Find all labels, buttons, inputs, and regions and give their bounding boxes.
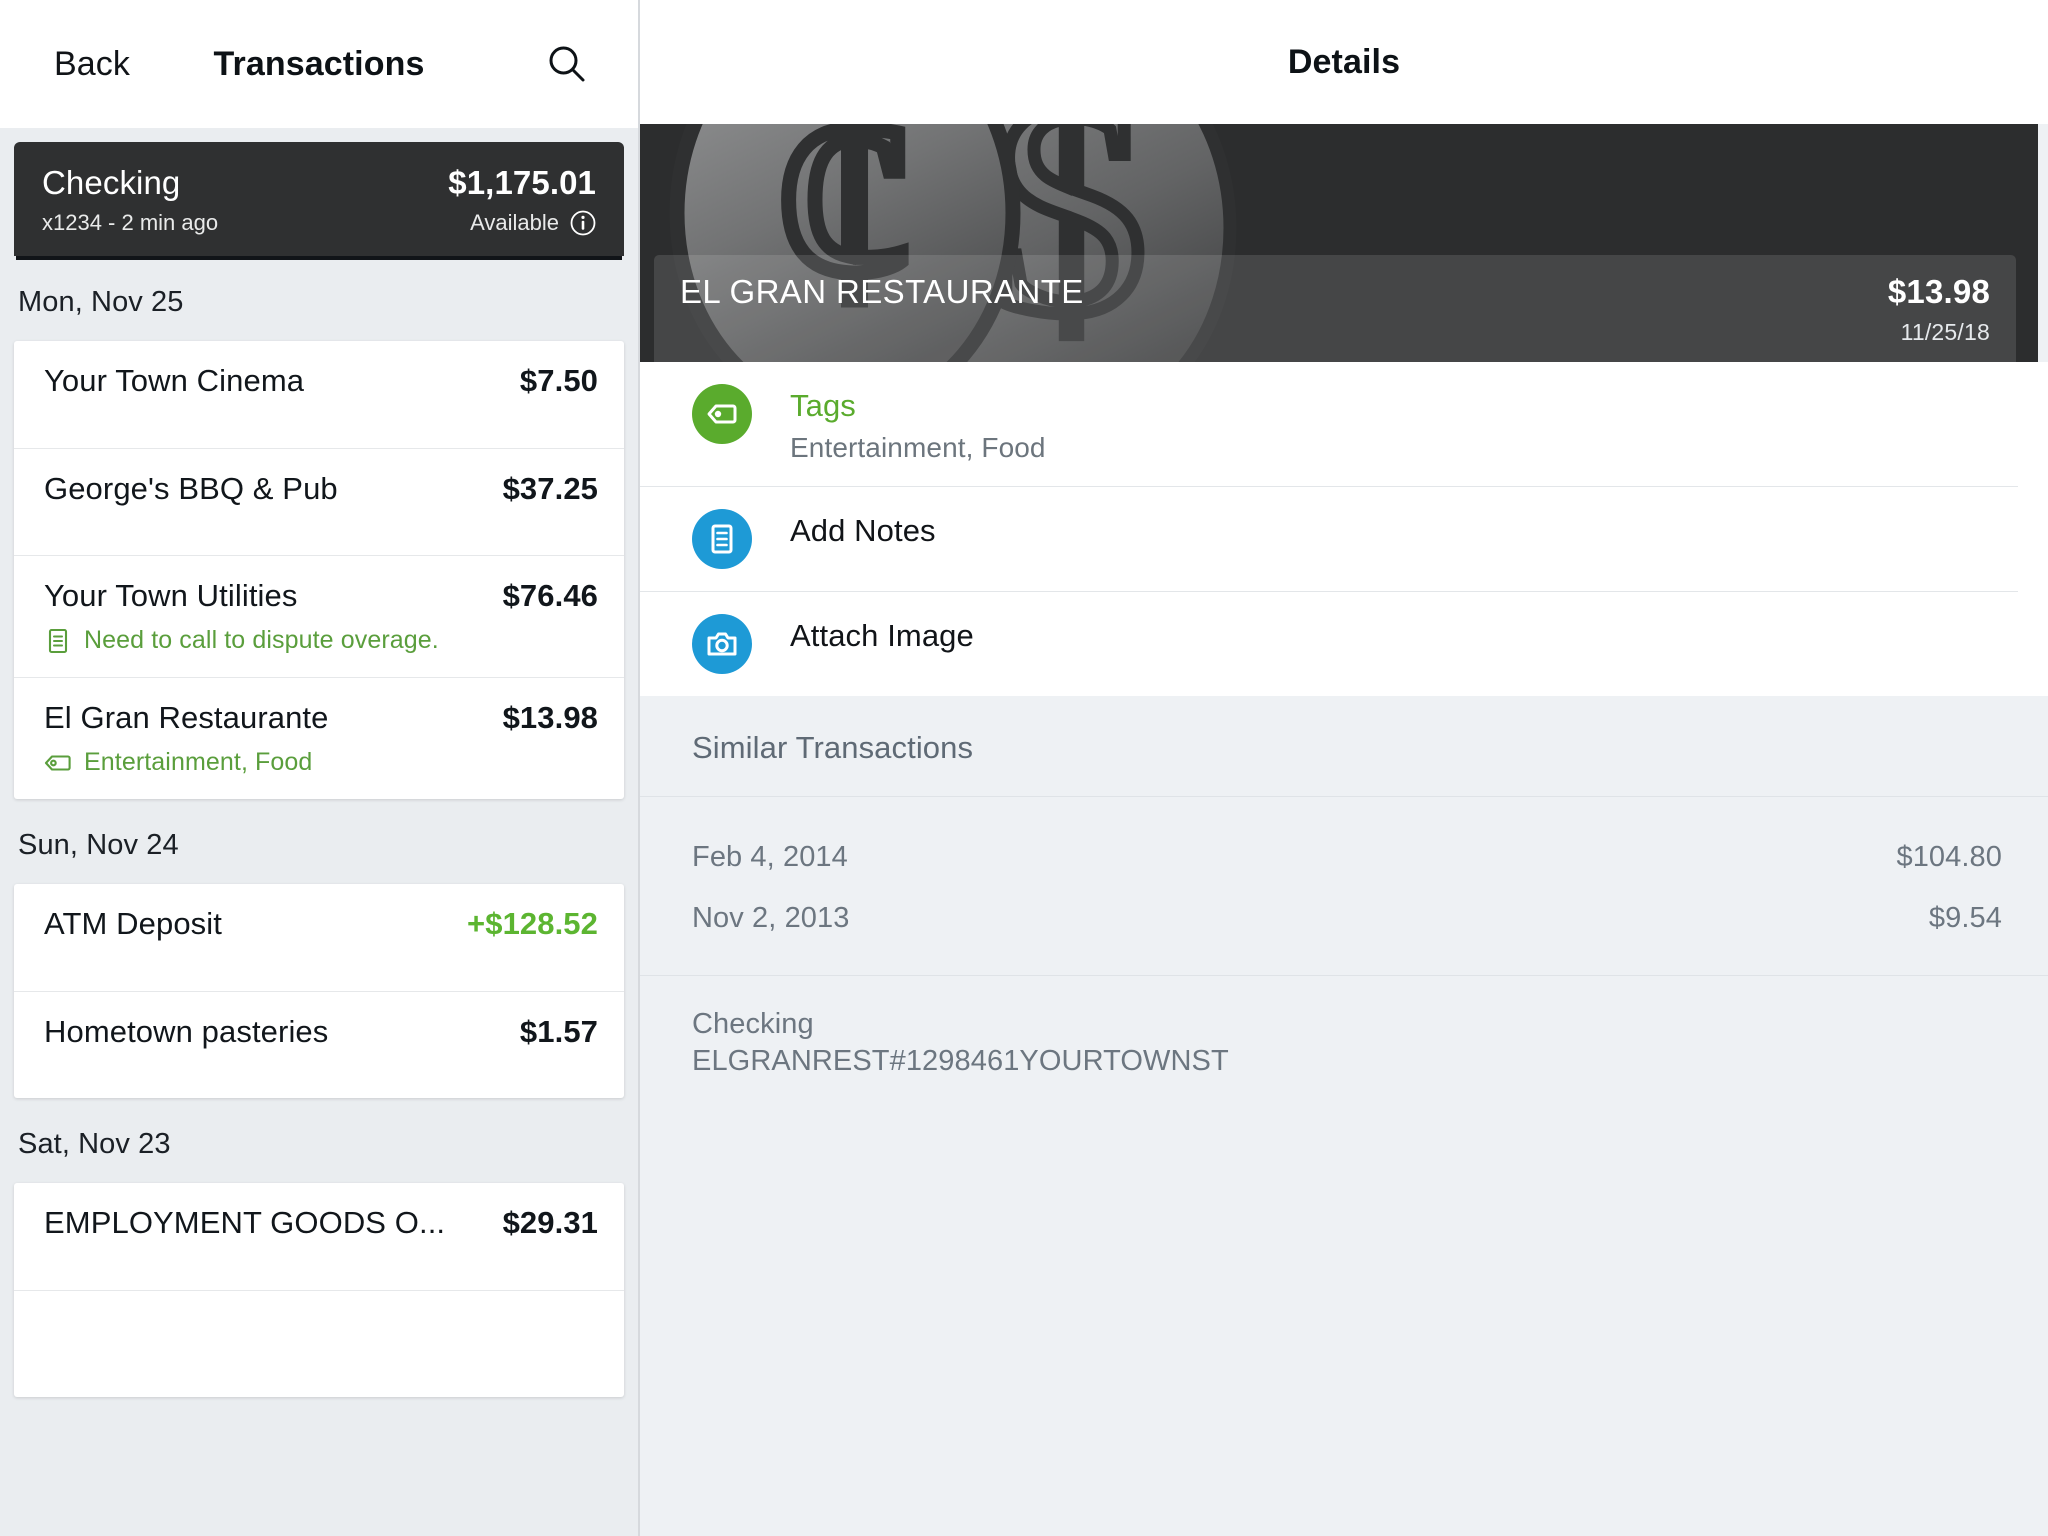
transaction-main-line: EMPLOYMENT GOODS O... $29.31 (44, 1205, 598, 1241)
transaction-date-header: Sun, Nov 24 (18, 829, 179, 861)
camera-icon (692, 614, 752, 674)
transaction-name: El Gran Restaurante (44, 700, 329, 735)
account-balance: $1,175.01 (448, 164, 596, 201)
action-subtitle-tags: Entertainment, Food (790, 432, 1046, 463)
action-title-add-notes: Add Notes (790, 513, 936, 548)
details-pane: Details $ ¢ EL GRAN RESTAURANTE $13.98 1… (640, 0, 2048, 1536)
transaction-group-card: ATM Deposit +$128.52 Hometown pasteries $1.… (14, 884, 624, 1098)
transaction-name: EMPLOYMENT GOODS O... (44, 1205, 446, 1240)
transaction-row[interactable]: Hometown pasteries $1.57 (14, 991, 624, 1098)
transaction-main-line: ATM Deposit +$128.52 (44, 906, 598, 942)
transaction-main-line: Your Town Cinema $7.50 (44, 363, 598, 399)
note-icon (692, 509, 752, 569)
transactions-pane: Back Transactions Checking $1,175.01 x12… (0, 0, 640, 1536)
details-navbar: Details (640, 0, 2048, 124)
transaction-name: Your Town Utilities (44, 578, 298, 613)
account-available-group: Available (470, 210, 596, 236)
transaction-meta: Entertainment, Food (44, 748, 598, 777)
transaction-main-line: George's BBQ & Pub $37.25 (44, 471, 598, 507)
hero-merchant-name: EL GRAN RESTAURANTE (680, 273, 1084, 310)
transaction-hero-bar: EL GRAN RESTAURANTE $13.98 11/25/18 (654, 255, 2016, 362)
transaction-amount: $29.31 (502, 1205, 598, 1240)
similar-transaction-date: Feb 4, 2014 (692, 841, 848, 873)
similar-transaction-amount: $104.80 (1896, 841, 2002, 873)
account-bottom-row: x1234 - 2 min ago Available (42, 210, 596, 236)
similar-transactions-section: Similar Transactions Feb 4, 2014 $104.80 N… (640, 696, 2048, 1536)
account-available-label: Available (470, 210, 559, 235)
transaction-row[interactable]: Your Town Cinema $7.50 (14, 341, 624, 448)
tag-icon (692, 384, 752, 444)
transactions-details-screen: Back Transactions Checking $1,175.01 x12… (0, 0, 2048, 1536)
similar-transaction-amount: $9.54 (1928, 902, 2002, 934)
note-icon (48, 628, 68, 653)
transaction-amount: +$128.52 (467, 906, 598, 941)
hero-date: 11/25/18 (1900, 319, 1990, 345)
account-subtitle: x1234 - 2 min ago (42, 210, 219, 235)
back-button[interactable]: Back (54, 45, 130, 84)
tag-icon (44, 754, 71, 771)
hero-amount-group: $13.98 11/25/18 (1888, 273, 1990, 346)
action-row-add-notes[interactable]: Add Notes (640, 486, 2018, 591)
transaction-main-line: Your Town Utilities $76.46 (44, 578, 598, 614)
transaction-name: George's BBQ & Pub (44, 471, 338, 506)
transaction-amount: $7.50 (519, 363, 598, 398)
action-text-attach-image: Attach Image (790, 614, 974, 654)
similar-transactions-list: Feb 4, 2014 $104.80 Nov 2, 2013 $9.54 (640, 796, 2048, 975)
transaction-group-card: EMPLOYMENT GOODS O... $29.31 (14, 1183, 624, 1397)
transaction-amount: $1.57 (519, 1014, 598, 1049)
transaction-groups: Mon, Nov 25 Your Town Cinema $7.50 George's… (0, 256, 638, 1397)
search-icon[interactable] (544, 41, 590, 87)
transaction-main-line: El Gran Restaurante $13.98 (44, 700, 598, 736)
transaction-name: ATM Deposit (44, 906, 222, 941)
transaction-amount: $13.98 (502, 700, 598, 735)
transactions-scroll-area[interactable]: Checking $1,175.01 x1234 - 2 min ago Ava… (0, 128, 638, 1536)
transaction-row[interactable]: EMPLOYMENT GOODS O... $29.31 (14, 1183, 624, 1290)
similar-transactions-header: Similar Transactions (692, 730, 974, 765)
info-circle-icon[interactable] (570, 210, 596, 236)
action-title-attach-image: Attach Image (790, 618, 974, 653)
description-raw: ELGRANREST#1298461YOURTOWNST (692, 1045, 1229, 1078)
details-title: Details (1287, 42, 1401, 81)
action-row-attach-image[interactable]: Attach Image (640, 591, 2018, 696)
action-text-add-notes: Add Notes (790, 509, 936, 549)
transaction-meta-text: Need to call to dispute overage. (84, 626, 439, 654)
transaction-row[interactable]: El Gran Restaurante $13.98 Entertainment, … (14, 677, 624, 799)
transaction-name: Your Town Cinema (44, 363, 305, 398)
account-name: Checking (42, 164, 181, 201)
transactions-navbar: Back Transactions (0, 0, 638, 128)
transaction-hero: $ ¢ EL GRAN RESTAURANTE $13.98 11/25/18 (640, 124, 2038, 362)
transaction-meta: Need to call to dispute overage. (44, 626, 598, 655)
similar-transaction-row[interactable]: Feb 4, 2014 $104.80 (640, 827, 2048, 888)
transaction-group-card: Your Town Cinema $7.50 George's BBQ & Pub $… (14, 341, 624, 799)
similar-transaction-row[interactable]: Nov 2, 2013 $9.54 (640, 888, 2048, 949)
transaction-main-line: Hometown pasteries $1.57 (44, 1014, 598, 1050)
action-text-tags: Tags Entertainment, Food (790, 384, 1046, 464)
transaction-row[interactable]: Your Town Utilities $76.46 Need to call to… (14, 555, 624, 677)
account-top-row: Checking $1,175.01 (42, 164, 596, 202)
transaction-amount: $37.25 (502, 471, 598, 506)
detail-actions: Tags Entertainment, Food Add Notes Attac… (640, 362, 2048, 696)
account-card-wrap: Checking $1,175.01 x1234 - 2 min ago Ava… (0, 128, 638, 256)
similar-transaction-date: Nov 2, 2013 (692, 902, 850, 934)
description-account: Checking (692, 1008, 814, 1040)
transaction-meta-text: Entertainment, Food (84, 748, 313, 776)
transaction-date-header: Sat, Nov 23 (18, 1128, 171, 1160)
action-title-tags: Tags (790, 388, 856, 423)
account-summary-card[interactable]: Checking $1,175.01 x1234 - 2 min ago Ava… (14, 142, 624, 256)
transaction-name: Hometown pasteries (44, 1014, 329, 1049)
action-row-tags[interactable]: Tags Entertainment, Food (640, 362, 2018, 486)
transaction-date-header: Mon, Nov 25 (18, 286, 184, 318)
hero-amount: $13.98 (1887, 273, 1990, 310)
transaction-description: Checking ELGRANREST#1298461YOURTOWNST (640, 975, 2048, 1080)
transaction-row[interactable] (14, 1290, 624, 1397)
transaction-row[interactable]: ATM Deposit +$128.52 (14, 884, 624, 991)
transaction-row[interactable]: George's BBQ & Pub $37.25 (14, 448, 624, 555)
transaction-amount: $76.46 (502, 578, 598, 613)
